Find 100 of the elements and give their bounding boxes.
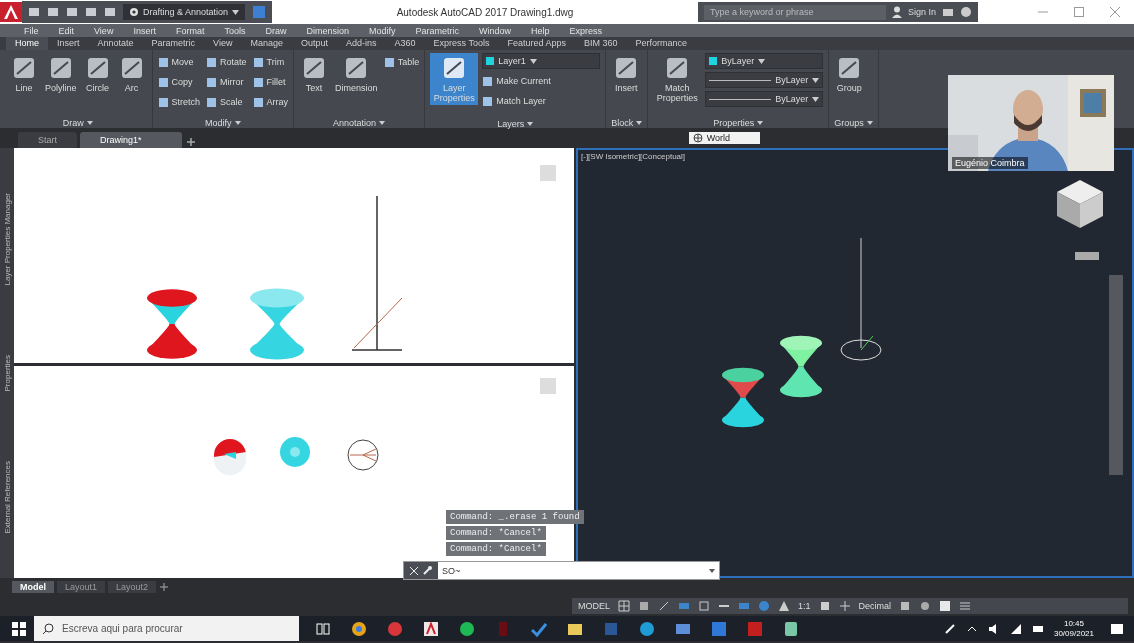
- document-tab[interactable]: Start: [18, 132, 77, 148]
- menu-item[interactable]: Insert: [133, 25, 156, 36]
- ribbon-button[interactable]: Fillet: [252, 73, 289, 91]
- ribbon-tab[interactable]: Output: [291, 37, 337, 50]
- ortho-icon[interactable]: [658, 600, 670, 612]
- ribbon-button[interactable]: Group: [834, 53, 865, 95]
- menu-item[interactable]: Edit: [58, 25, 75, 36]
- windows-logo-icon[interactable]: [12, 621, 26, 636]
- ribbon-button[interactable]: Move: [157, 53, 201, 71]
- ribbon-button[interactable]: Rotate: [206, 53, 247, 71]
- panel-title[interactable]: Block: [611, 118, 634, 128]
- panel-title[interactable]: Properties: [713, 118, 755, 128]
- property-dropdown[interactable]: ByLayer: [705, 91, 824, 107]
- scrollbar[interactable]: [1109, 275, 1123, 475]
- round-app-icon[interactable]: [387, 620, 403, 637]
- ribbon-button[interactable]: Table: [383, 53, 420, 71]
- ribbon-button[interactable]: Arc: [116, 53, 147, 95]
- viewcube-icon[interactable]: [1057, 180, 1103, 228]
- ribbon-tab[interactable]: Annotate: [88, 37, 143, 50]
- caret-icon[interactable]: [709, 568, 715, 573]
- ribbon-tab[interactable]: Manage: [241, 37, 292, 50]
- workspace-dropdown[interactable]: Drafting & Annotation: [123, 4, 246, 20]
- ucs-dropdown[interactable]: World: [688, 132, 760, 144]
- search-field[interactable]: Type a keyword or phrase: [703, 4, 886, 20]
- ribbon-button[interactable]: Dimension: [333, 53, 380, 95]
- document-tab[interactable]: Drawing1*: [80, 132, 182, 148]
- panel-title[interactable]: Annotation: [333, 118, 377, 128]
- ribbon-button[interactable]: Array: [252, 93, 289, 111]
- layout-tab[interactable]: Layout2: [108, 581, 157, 593]
- menu-item[interactable]: Help: [531, 25, 550, 36]
- property-dropdown[interactable]: ByLayer: [705, 72, 824, 88]
- palette-tab[interactable]: Layer Properties Manager: [2, 192, 12, 286]
- menu-item[interactable]: File: [24, 25, 39, 36]
- check-icon[interactable]: [531, 620, 547, 637]
- maximize-icon[interactable]: [1074, 7, 1084, 17]
- menu-item[interactable]: Parametric: [415, 25, 459, 36]
- ribbon-button[interactable]: Polyline: [43, 53, 79, 95]
- ribbon-tab[interactable]: Performance: [626, 37, 696, 50]
- add-tab-icon[interactable]: [184, 136, 197, 148]
- panel-title[interactable]: Modify: [205, 118, 232, 128]
- ribbon-tab[interactable]: View: [204, 37, 242, 50]
- layout-tab[interactable]: Model: [12, 581, 54, 593]
- app-logo-icon[interactable]: [0, 2, 22, 22]
- menu-item[interactable]: Tools: [224, 25, 246, 36]
- menu-item[interactable]: Format: [175, 25, 205, 36]
- round-app-icon[interactable]: [639, 620, 655, 637]
- ribbon-tab[interactable]: Express Tools: [424, 37, 499, 50]
- wrench-icon[interactable]: [423, 566, 432, 575]
- square-app-icon[interactable]: [423, 620, 439, 637]
- menu-item[interactable]: Window: [479, 25, 512, 36]
- ribbon-button[interactable]: Circle: [82, 53, 113, 95]
- ribbon-button[interactable]: Trim: [252, 53, 289, 71]
- menu-icon[interactable]: [959, 600, 972, 612]
- toolbar-icon[interactable]: [85, 6, 97, 18]
- property-dropdown[interactable]: ByLayer: [705, 53, 824, 69]
- panel-title[interactable]: Groups: [834, 118, 864, 128]
- round-app-icon[interactable]: [459, 620, 475, 637]
- ribbon-tab[interactable]: BIM 360: [574, 37, 627, 50]
- ribbon-tab[interactable]: Featured Apps: [498, 37, 575, 50]
- ribbon-button[interactable]: Scale: [206, 93, 247, 111]
- taskbar-search-box[interactable]: Escreva aqui para procurar: [34, 616, 299, 641]
- task-view-icon[interactable]: [315, 620, 331, 637]
- menu-item[interactable]: Express: [569, 25, 603, 36]
- palette-tab[interactable]: Properties: [2, 354, 12, 392]
- viewport-label[interactable]: [-][SW Isometric][Conceptual]: [581, 152, 686, 161]
- palette-tab[interactable]: External References: [2, 460, 12, 534]
- toolbar-icon[interactable]: [104, 6, 116, 18]
- ribbon-button[interactable]: Match Properties: [653, 53, 702, 105]
- menu-item[interactable]: View: [94, 25, 114, 36]
- scale-dropdown[interactable]: 1:1: [798, 601, 811, 611]
- ribbon-button[interactable]: Match Layer: [482, 92, 601, 110]
- ribbon-tab[interactable]: Parametric: [142, 37, 205, 50]
- menu-item[interactable]: Draw: [265, 25, 287, 36]
- round-app-icon[interactable]: [351, 620, 367, 637]
- grid-icon[interactable]: [618, 600, 630, 612]
- plus-icon[interactable]: [838, 600, 851, 612]
- model-space-button[interactable]: MODEL: [578, 601, 610, 611]
- ribbon-button[interactable]: Line: [9, 53, 39, 95]
- sign-in-link[interactable]: Sign In: [907, 7, 936, 17]
- ribbon-button[interactable]: Insert: [611, 53, 642, 95]
- ribbon-button[interactable]: Copy: [157, 73, 201, 91]
- add-tab-icon[interactable]: [159, 582, 170, 592]
- menu-item[interactable]: Modify: [369, 25, 396, 36]
- ribbon-button[interactable]: Mirror: [206, 73, 247, 91]
- square-app-icon[interactable]: [783, 620, 799, 637]
- ribbon-button[interactable]: Make Current: [482, 72, 601, 90]
- toolbar-icon[interactable]: [28, 6, 40, 18]
- ribbon-tab[interactable]: Add-ins: [337, 37, 386, 50]
- toolbar-icon[interactable]: [47, 6, 59, 18]
- panel-title[interactable]: Draw: [62, 118, 84, 128]
- taskbar-search-field[interactable]: Escreva aqui para procurar: [60, 622, 299, 635]
- ribbon-button[interactable]: Stretch: [157, 93, 201, 111]
- ribbon-tab[interactable]: A360: [385, 37, 425, 50]
- ribbon-tab[interactable]: Insert: [48, 37, 89, 50]
- menu-item[interactable]: Dimension: [306, 25, 349, 36]
- panel-title[interactable]: Layers: [497, 119, 525, 129]
- layer-dropdown[interactable]: Layer1: [482, 53, 601, 69]
- toolbar-icon[interactable]: [66, 6, 78, 18]
- ribbon-tab[interactable]: Home: [6, 37, 48, 50]
- units-dropdown[interactable]: Decimal: [858, 601, 892, 611]
